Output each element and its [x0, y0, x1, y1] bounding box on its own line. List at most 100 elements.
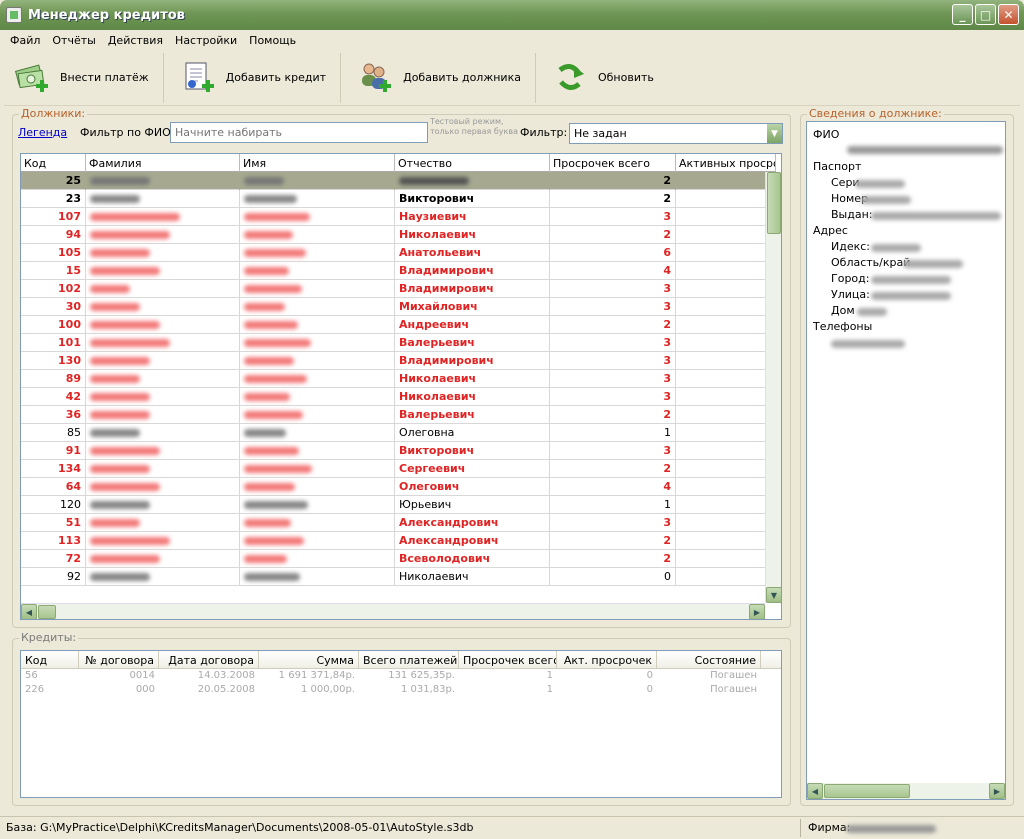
debtor-info-panel[interactable]: ФИО Паспорт Сери Номер Выдан: Адрес Идек… — [806, 121, 1006, 800]
table-row[interactable]: 15 Владимирович 4 — [21, 262, 776, 280]
cell-lastname — [86, 244, 240, 262]
maximize-button[interactable]: □ — [975, 4, 996, 25]
scroll-right-icon[interactable]: ▶ — [989, 783, 1005, 799]
filter-select[interactable]: Не задан ▼ — [569, 123, 783, 144]
debtors-grid-body: 25 2 23 Викторович 2 107 Наузиевич 3 94 Николаеви… — [21, 172, 776, 586]
cell-overdue-active — [676, 550, 776, 568]
table-row[interactable]: 130 Владимирович 3 — [21, 352, 776, 370]
table-row[interactable]: 85 Олеговна 1 — [21, 424, 776, 442]
cell-overdue-active — [676, 514, 776, 532]
menu-file[interactable]: Файл — [4, 34, 46, 47]
cell-lastname — [86, 334, 240, 352]
legend-link[interactable]: Легенда — [18, 126, 67, 139]
table-row[interactable]: 102 Владимирович 3 — [21, 280, 776, 298]
cell-overdue-total: 3 — [550, 298, 676, 316]
table-row[interactable]: 25 2 — [21, 172, 776, 190]
col-lastname[interactable]: Фамилия — [86, 154, 240, 172]
cell-firstname — [240, 244, 395, 262]
credits-col-header[interactable]: Дата договора — [159, 651, 259, 669]
cell-lastname — [86, 352, 240, 370]
cell-firstname — [240, 550, 395, 568]
credit-row[interactable]: 226 000 20.05.2008 1 000,00р. 1 031,83р. 1 0 По… — [21, 683, 781, 697]
credit-row[interactable]: 56 0014 14.03.2008 1 691 371,84р. 131 625,35… — [21, 669, 781, 683]
credits-col-header[interactable]: Всего платежей — [359, 651, 459, 669]
fio-filter-input[interactable] — [170, 122, 428, 143]
credits-col-header[interactable]: № договора — [79, 651, 159, 669]
scroll-left-icon[interactable]: ◀ — [21, 604, 37, 619]
refresh-button[interactable]: Обновить — [548, 53, 668, 103]
col-firstname[interactable]: Имя — [240, 154, 395, 172]
credits-list[interactable]: Код № договора Дата договора Сумма Всего пла… — [20, 650, 782, 798]
vertical-scrollbar[interactable]: ▼ — [765, 172, 781, 603]
table-row[interactable]: 101 Валерьевич 3 — [21, 334, 776, 352]
cell-overdue-total: 2 — [550, 190, 676, 208]
credits-col-header[interactable]: Просрочек всего — [459, 651, 557, 669]
status-database: База: G:\MyPractice\Delphi\KCreditsManag… — [6, 821, 474, 834]
info-region-label: Область/край — [831, 256, 911, 269]
table-row[interactable]: 134 Сергеевич 2 — [21, 460, 776, 478]
minimize-button[interactable]: _ — [952, 4, 973, 25]
info-horizontal-scrollbar[interactable]: ◀ ▶ — [807, 783, 1005, 799]
table-row[interactable]: 89 Николаевич 3 — [21, 370, 776, 388]
col-code[interactable]: Код — [21, 154, 86, 172]
cell-patronymic: Сергеевич — [395, 460, 550, 478]
scroll-right-icon[interactable]: ▶ — [749, 604, 765, 619]
menu-help[interactable]: Помощь — [243, 34, 302, 47]
cell-overdue-active — [676, 316, 776, 334]
cell-overdue-active — [676, 568, 776, 586]
table-row[interactable]: 51 Александрович 3 — [21, 514, 776, 532]
table-row[interactable]: 30 Михайлович 3 — [21, 298, 776, 316]
cell-lastname — [86, 388, 240, 406]
table-row[interactable]: 92 Николаевич 0 — [21, 568, 776, 586]
debtors-grid[interactable]: Код Фамилия Имя Отчество Просрочек всего… — [20, 153, 782, 620]
table-row[interactable]: 23 Викторович 2 — [21, 190, 776, 208]
title-bar: Менеджер кредитов _ □ ✕ — [0, 0, 1024, 30]
cell-overdue-active — [676, 442, 776, 460]
cell-overdue-total: 2 — [550, 550, 676, 568]
credits-col-header[interactable]: Состояние — [657, 651, 761, 669]
cell-firstname — [240, 568, 395, 586]
table-row[interactable]: 120 Юрьевич 1 — [21, 496, 776, 514]
table-row[interactable]: 64 Олегович 4 — [21, 478, 776, 496]
table-row[interactable]: 91 Викторович 3 — [21, 442, 776, 460]
table-row[interactable]: 100 Андреевич 2 — [21, 316, 776, 334]
credits-col-header[interactable]: Акт. просрочек — [557, 651, 657, 669]
table-row[interactable]: 105 Анатольевич 6 — [21, 244, 776, 262]
horizontal-scroll-thumb[interactable] — [38, 605, 56, 619]
credits-col-header[interactable]: Сумма — [259, 651, 359, 669]
table-row[interactable]: 72 Всеволодович 2 — [21, 550, 776, 568]
horizontal-scrollbar[interactable]: ◀ ▶ — [21, 603, 765, 619]
table-row[interactable]: 107 Наузиевич 3 — [21, 208, 776, 226]
cell-overdue-active — [676, 244, 776, 262]
menu-reports[interactable]: Отчёты — [46, 34, 101, 47]
cell-overdue-active — [676, 388, 776, 406]
menu-actions[interactable]: Действия — [102, 34, 169, 47]
cell-patronymic: Владимирович — [395, 280, 550, 298]
refresh-label: Обновить — [597, 71, 654, 84]
info-series-value — [855, 180, 905, 188]
table-row[interactable]: 36 Валерьевич 2 — [21, 406, 776, 424]
credits-col-header[interactable]: Код — [21, 651, 79, 669]
credit-cell: 20.05.2008 — [197, 684, 255, 695]
scroll-left-icon[interactable]: ◀ — [807, 783, 823, 799]
table-row[interactable]: 42 Николаевич 3 — [21, 388, 776, 406]
vertical-scroll-thumb[interactable] — [767, 172, 781, 234]
info-scroll-thumb[interactable] — [824, 784, 910, 798]
add-credit-button[interactable]: Добавить кредит — [176, 52, 342, 103]
menu-settings[interactable]: Настройки — [169, 34, 243, 47]
scroll-down-icon[interactable]: ▼ — [766, 587, 781, 603]
close-button[interactable]: ✕ — [998, 4, 1019, 25]
add-debtor-button[interactable]: Добавить должника — [353, 52, 536, 103]
cell-firstname — [240, 442, 395, 460]
chevron-down-icon[interactable]: ▼ — [766, 124, 782, 143]
table-row[interactable]: 113 Александрович 2 — [21, 532, 776, 550]
col-overdue-active[interactable]: Активных просрочек — [676, 154, 776, 172]
col-patronymic[interactable]: Отчество — [395, 154, 550, 172]
table-row[interactable]: 94 Николаевич 2 — [21, 226, 776, 244]
pay-button[interactable]: Внести платёж — [10, 52, 164, 103]
cell-code: 30 — [21, 298, 86, 316]
cell-overdue-active — [676, 352, 776, 370]
credit-cell: 1 — [546, 670, 553, 681]
col-overdue-total[interactable]: Просрочек всего — [550, 154, 676, 172]
cell-firstname — [240, 460, 395, 478]
